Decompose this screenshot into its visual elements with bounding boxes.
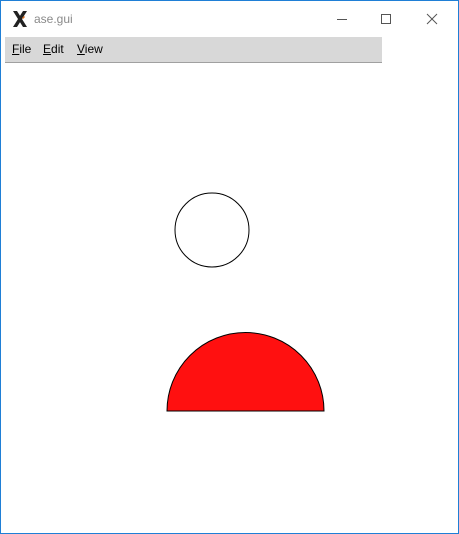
menu-view[interactable]: View [77, 42, 103, 56]
menu-bar: File Edit View [5, 37, 382, 63]
menu-edit[interactable]: Edit [43, 42, 64, 56]
window-title: ase.gui [34, 12, 73, 26]
minimize-button[interactable] [319, 1, 365, 37]
x-app-icon [13, 11, 27, 27]
app-window: ase.gui File Edit View [0, 0, 459, 534]
close-button[interactable] [409, 1, 455, 37]
maximize-button[interactable] [363, 1, 409, 37]
maximize-icon [381, 14, 391, 24]
minimize-icon [337, 19, 347, 20]
menu-file[interactable]: File [12, 42, 31, 56]
close-icon [426, 13, 438, 25]
title-bar[interactable]: ase.gui [1, 1, 458, 37]
